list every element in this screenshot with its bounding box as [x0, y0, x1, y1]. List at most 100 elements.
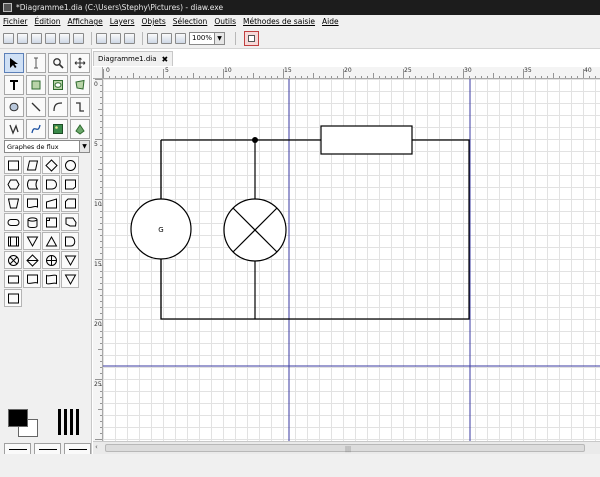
menu-outils[interactable]: Outils: [214, 17, 236, 26]
foreground-color-swatch[interactable]: [8, 409, 28, 427]
print-icon[interactable]: [73, 32, 84, 44]
flowchart-offpage-icon[interactable]: [61, 213, 79, 231]
new-file-icon[interactable]: [3, 32, 14, 44]
flowchart-terminal-icon[interactable]: [4, 213, 22, 231]
generator-label: G: [158, 226, 163, 234]
window-title: *Diagramme1.dia (C:\Users\Stephy\Picture…: [16, 3, 224, 12]
tool-grid: [4, 53, 90, 139]
outline-icon[interactable]: [70, 119, 90, 139]
snap-to-grid-icon[interactable]: [244, 30, 259, 46]
ruler-label: 15: [284, 67, 292, 74]
menu-selection[interactable]: Sélection: [173, 17, 208, 26]
ruler-top: 0 5 10 15 20 25 30 35 40: [103, 67, 600, 79]
flowchart-ellipse-icon[interactable]: [61, 156, 79, 174]
save-icon[interactable]: [31, 32, 42, 44]
flowchart-sequential-access-icon[interactable]: [42, 213, 60, 231]
flowchart-tape-icon[interactable]: [42, 270, 60, 288]
flowchart-transaction-icon[interactable]: [4, 270, 22, 288]
lamp[interactable]: [223, 198, 287, 262]
flowchart-multidoc-icon[interactable]: [23, 270, 41, 288]
box-icon[interactable]: [26, 75, 46, 95]
text-icon[interactable]: [4, 75, 24, 95]
flowchart-manual-operation-icon[interactable]: [4, 194, 22, 212]
flowchart-parallelogram-icon[interactable]: [23, 156, 41, 174]
flowchart-or-icon[interactable]: [42, 251, 60, 269]
flowchart-triangle-down-icon[interactable]: [61, 270, 79, 288]
text-cursor-icon[interactable]: [26, 53, 46, 73]
flowchart-merge-icon[interactable]: [23, 232, 41, 250]
chevron-left-icon[interactable]: ‹: [95, 443, 98, 451]
flowchart-display-icon[interactable]: [61, 175, 79, 193]
flowchart-manual-input-icon[interactable]: [42, 194, 60, 212]
pointer-icon[interactable]: [4, 53, 24, 73]
flowchart-extract-icon[interactable]: [42, 232, 60, 250]
line-icon[interactable]: [26, 97, 46, 117]
cut-icon[interactable]: [96, 32, 107, 44]
arc-icon[interactable]: [48, 97, 68, 117]
ruler-corner: [93, 67, 103, 79]
menu-layers[interactable]: Layers: [110, 17, 135, 26]
menu-methodes-de-saisie[interactable]: Méthodes de saisie: [243, 17, 315, 26]
sheet-select-value: Graphes de flux: [7, 142, 59, 151]
flowchart-annotation-icon[interactable]: [4, 289, 22, 307]
toolbox-panel: Graphes de flux ▼: [0, 49, 92, 464]
zoom-in-icon[interactable]: [147, 32, 158, 44]
flowchart-card-icon[interactable]: [61, 194, 79, 212]
ellipse-icon[interactable]: [48, 75, 68, 95]
toolbar-separator: [142, 31, 143, 45]
flowchart-delay-icon[interactable]: [42, 175, 60, 193]
line-width-selector[interactable]: [58, 409, 84, 437]
zoom-out-icon[interactable]: [161, 32, 172, 44]
diagram-canvas[interactable]: G: [103, 79, 600, 441]
main-toolbar: 100% ▼: [0, 28, 600, 49]
zoom-fit-icon[interactable]: [175, 32, 186, 44]
color-selector[interactable]: [8, 409, 40, 437]
chevron-down-icon[interactable]: ▼: [215, 31, 225, 45]
ruler-label: 20: [94, 321, 102, 328]
polygon-icon[interactable]: [70, 75, 90, 95]
menu-affichage[interactable]: Affichage: [67, 17, 102, 26]
flowchart-collate-icon[interactable]: [61, 251, 79, 269]
zoom-input[interactable]: 100%: [189, 31, 215, 45]
flowchart-document-icon[interactable]: [23, 194, 41, 212]
menu-bar: Fichier Édition Affichage Layers Objets …: [0, 15, 600, 28]
save-as-icon[interactable]: [45, 32, 56, 44]
zigzag-icon[interactable]: [70, 97, 90, 117]
flowchart-connector-icon[interactable]: [61, 232, 79, 250]
move-icon[interactable]: [70, 53, 90, 73]
copy-icon[interactable]: [110, 32, 121, 44]
bezier-icon[interactable]: [26, 119, 46, 139]
polyline-icon[interactable]: [4, 119, 24, 139]
ruler-label: 15: [94, 261, 102, 268]
ruler-label: 20: [344, 67, 352, 74]
menu-aide[interactable]: Aide: [322, 17, 339, 26]
chevron-down-icon[interactable]: ▼: [79, 141, 89, 152]
ruler-label: 25: [94, 381, 102, 388]
beziergon-icon[interactable]: [4, 97, 24, 117]
image-icon[interactable]: [48, 119, 68, 139]
flowchart-stored-data-icon[interactable]: [23, 175, 41, 193]
open-file-icon[interactable]: [17, 32, 28, 44]
tab-diagramme1[interactable]: Diagramme1.dia ✖: [93, 51, 174, 66]
flowchart-preparation-icon[interactable]: [4, 175, 22, 193]
menu-fichier[interactable]: Fichier: [3, 17, 28, 26]
flowchart-diamond-icon[interactable]: [42, 156, 60, 174]
tab-label: Diagramme1.dia: [98, 55, 157, 63]
sheet-select[interactable]: Graphes de flux ▼: [4, 140, 90, 153]
resistor[interactable]: [320, 125, 413, 155]
paste-icon[interactable]: [124, 32, 135, 44]
scrollbar-grip: |||: [345, 446, 352, 453]
magnify-icon[interactable]: [48, 53, 68, 73]
flowchart-predefined-process-icon[interactable]: [4, 232, 22, 250]
export-icon[interactable]: [59, 32, 70, 44]
flowchart-box-icon[interactable]: [4, 156, 22, 174]
menu-objets[interactable]: Objets: [142, 17, 166, 26]
menu-edition[interactable]: Édition: [35, 17, 61, 26]
flowchart-summing-junction-icon[interactable]: [4, 251, 22, 269]
flowchart-magnetic-disk-icon[interactable]: [23, 213, 41, 231]
close-icon[interactable]: ✖: [162, 55, 169, 64]
junction-dot[interactable]: [252, 137, 258, 143]
horizontal-scrollbar[interactable]: ‹ |||: [93, 441, 600, 454]
circuit-wires[interactable]: [160, 139, 470, 320]
flowchart-sort-icon[interactable]: [23, 251, 41, 269]
